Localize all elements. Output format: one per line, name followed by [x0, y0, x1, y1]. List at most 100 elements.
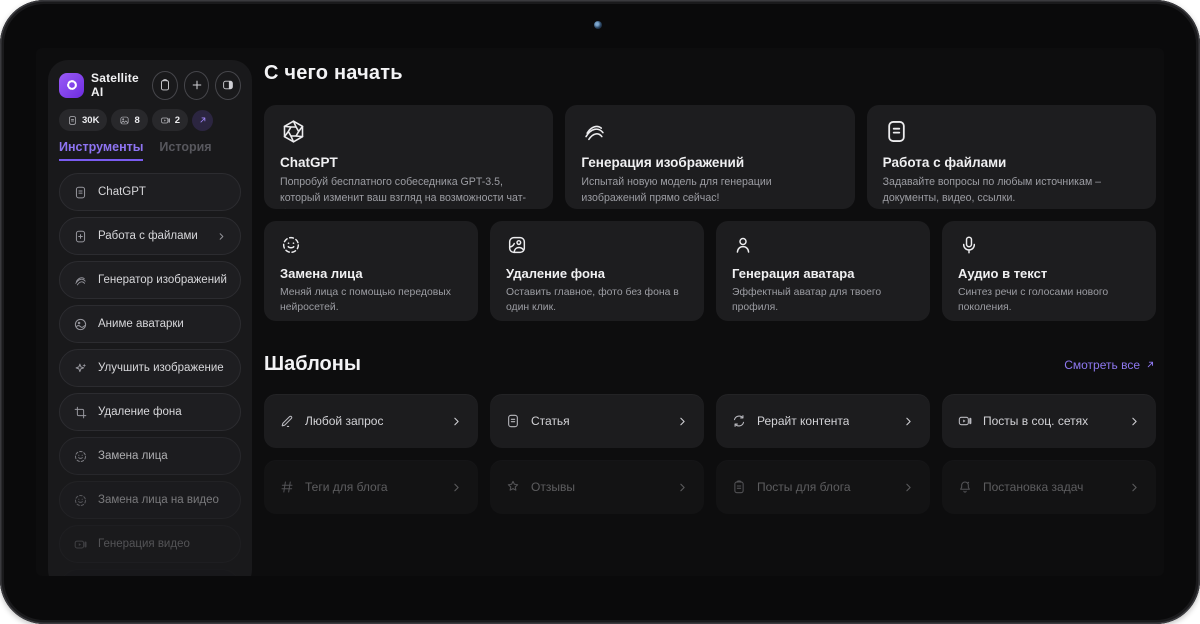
- bell-icon: [957, 479, 973, 495]
- template-blog-tags[interactable]: Теги для блога: [264, 460, 478, 514]
- app-screen: Satellite AI 30K 8: [36, 48, 1164, 576]
- tab-tools[interactable]: Инструменты: [59, 140, 143, 161]
- card-description: Испытай новую модель для генерации изобр…: [581, 175, 838, 207]
- card-files[interactable]: Работа с файлами Задавайте вопросы по лю…: [867, 105, 1156, 209]
- clipboard-button[interactable]: [152, 71, 178, 100]
- arrow-up-right-icon: [198, 115, 208, 125]
- chevron-right-icon: [902, 481, 915, 494]
- plus-icon: [190, 78, 204, 92]
- featured-cards-row: ChatGPT Попробуй бесплатного собеседника…: [264, 105, 1156, 209]
- upgrade-button[interactable]: [192, 110, 213, 131]
- card-title: ChatGPT: [280, 155, 537, 170]
- satellite-ai-logo: [59, 73, 84, 98]
- videos-badge: 2: [152, 109, 188, 131]
- sidebar-item-anime-avatars[interactable]: Аниме аватарки: [59, 305, 241, 343]
- clipboard-lines-icon: [731, 479, 747, 495]
- card-audio-to-text[interactable]: Аудио в текст Синтез речи с голосами нов…: [942, 221, 1156, 321]
- card-description: Попробуй бесплатного собеседника GPT-3.5…: [280, 175, 537, 209]
- small-cards-row: Замена лица Меняй лица с помощью передов…: [264, 221, 1156, 321]
- face-icon: [73, 493, 88, 508]
- sidebar-item-video-generation[interactable]: Генерация видео: [59, 525, 241, 563]
- card-bg-removal[interactable]: Удаление фона Оставить главное, фото без…: [490, 221, 704, 321]
- sidebar-item-chatgpt[interactable]: ChatGPT: [59, 173, 241, 211]
- sidebar-item-image-generator[interactable]: Генератор изображений: [59, 261, 241, 299]
- card-title: Работа с файлами: [883, 155, 1140, 170]
- sidebar-item-label: Улучшить изображение: [98, 362, 224, 374]
- card-face-swap[interactable]: Замена лица Меняй лица с помощью передов…: [264, 221, 478, 321]
- card-image-generation[interactable]: Генерация изображений Испытай новую моде…: [565, 105, 854, 209]
- videos-badge-value: 2: [175, 115, 180, 126]
- card-description: Задавайте вопросы по любым источникам – …: [883, 175, 1140, 207]
- templates-title: Шаблоны: [264, 353, 361, 376]
- template-label: Любой запрос: [305, 414, 383, 428]
- video-icon: [73, 537, 88, 552]
- tablet-frame: Satellite AI 30K 8: [0, 0, 1200, 624]
- image-icon: [119, 115, 130, 126]
- chevron-right-icon: [1128, 481, 1141, 494]
- page-title: С чего начать: [264, 62, 1156, 85]
- sidebar-item-enhance-image[interactable]: Улучшить изображение: [59, 349, 241, 387]
- sun-logo-icon: [65, 78, 79, 92]
- sidebar-item-bg-removal[interactable]: Удаление фона: [59, 393, 241, 431]
- chevron-right-icon: [676, 415, 689, 428]
- chevron-right-icon: [450, 481, 463, 494]
- sidebar-item-label: Аниме аватарки: [98, 318, 184, 330]
- brand-name: Satellite AI: [91, 71, 146, 99]
- see-all-label: Смотреть все: [1064, 358, 1140, 372]
- file-plus-icon: [73, 229, 88, 244]
- template-article[interactable]: Статья: [490, 394, 704, 448]
- images-badge-value: 8: [134, 115, 139, 126]
- new-chat-button[interactable]: [184, 71, 210, 100]
- chevron-right-icon: [902, 415, 915, 428]
- file-lines-icon: [67, 115, 78, 126]
- template-any-request[interactable]: Любой запрос: [264, 394, 478, 448]
- template-label: Теги для блога: [305, 480, 388, 494]
- tab-history[interactable]: История: [159, 140, 211, 161]
- sidebar-item-label: Замена лица на видео: [98, 494, 219, 506]
- template-label: Отзывы: [531, 480, 575, 494]
- face-icon: [73, 449, 88, 464]
- swirl-icon: [73, 273, 88, 288]
- templates-header: Шаблоны Смотреть все: [264, 353, 1156, 376]
- see-all-link[interactable]: Смотреть все: [1064, 358, 1156, 372]
- template-task-setting[interactable]: Постановка задач: [942, 460, 1156, 514]
- main-content: С чего начать ChatGPT Попробуй бесплатно…: [264, 48, 1156, 576]
- template-content-rewrite[interactable]: Рерайт контента: [716, 394, 930, 448]
- crop-icon: [73, 405, 88, 420]
- sidebar-item-2d-3d[interactable]: 2D в 3D: [59, 569, 241, 576]
- video-icon: [160, 115, 171, 126]
- chevron-right-icon: [676, 481, 689, 494]
- sidebar-item-face-swap-video[interactable]: Замена лица на видео: [59, 481, 241, 519]
- template-social-posts[interactable]: Посты в соц. сетях: [942, 394, 1156, 448]
- chevron-right-icon: [450, 415, 463, 428]
- card-title: Аудио в текст: [958, 266, 1140, 281]
- template-label: Посты в соц. сетях: [983, 414, 1088, 428]
- openai-logo-icon: [280, 118, 307, 145]
- sidebar-item-label: Замена лица: [98, 450, 168, 462]
- flower-icon: [505, 479, 521, 495]
- template-label: Постановка задач: [983, 480, 1083, 494]
- chevron-right-icon: [1128, 415, 1141, 428]
- sidebar-header: Satellite AI: [59, 70, 241, 100]
- template-label: Статья: [531, 414, 570, 428]
- card-title: Генерация изображений: [581, 155, 838, 170]
- templates-grid: Любой запрос Статья Рерайт контента Пост…: [264, 394, 1156, 514]
- file-lines-icon: [505, 413, 521, 429]
- microphone-icon: [958, 234, 980, 256]
- panel-toggle-icon: [221, 78, 235, 92]
- person-icon: [732, 234, 754, 256]
- template-label: Рерайт контента: [757, 414, 849, 428]
- sidebar-item-face-swap[interactable]: Замена лица: [59, 437, 241, 475]
- card-chatgpt[interactable]: ChatGPT Попробуй бесплатного собеседника…: [264, 105, 553, 209]
- clipboard-icon: [158, 78, 172, 92]
- avatar-photo-icon: [73, 317, 88, 332]
- template-reviews[interactable]: Отзывы: [490, 460, 704, 514]
- card-avatar-generation[interactable]: Генерация аватара Эффектный аватар для т…: [716, 221, 930, 321]
- template-blog-posts[interactable]: Посты для блога: [716, 460, 930, 514]
- swirl-icon: [581, 118, 608, 145]
- sidebar-item-label: Генератор изображений: [98, 274, 227, 286]
- panel-toggle-button[interactable]: [215, 71, 241, 100]
- card-description: Оставить главное, фото без фона в один к…: [506, 285, 688, 315]
- sidebar-item-label: Удаление фона: [98, 406, 182, 418]
- sidebar-item-files[interactable]: Работа с файлами: [59, 217, 241, 255]
